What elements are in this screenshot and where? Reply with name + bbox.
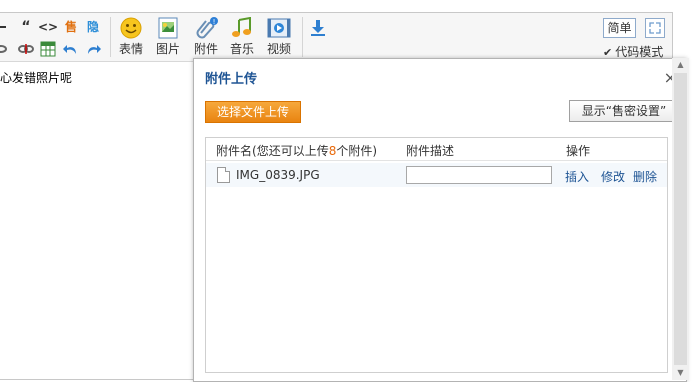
emoticon-button[interactable]: 表情: [115, 17, 147, 57]
link-icon[interactable]: [0, 41, 12, 57]
scrollbar-thumb[interactable]: [674, 73, 687, 365]
edit-link[interactable]: 修改: [601, 168, 625, 185]
dialog-title: 附件上传: [205, 72, 258, 87]
sell-icon[interactable]: 售: [63, 19, 79, 35]
attachment-label: 附件: [193, 42, 218, 56]
fullscreen-icon: [649, 22, 661, 34]
svg-text:!: !: [213, 18, 216, 26]
music-button[interactable]: 音乐: [226, 16, 258, 57]
hide-icon[interactable]: 隐: [85, 19, 101, 35]
table-icon[interactable]: [40, 41, 56, 57]
col-description: 附件描述: [406, 144, 455, 158]
video-button[interactable]: 视频: [263, 17, 295, 57]
smiley-icon: [119, 17, 143, 39]
redo-icon[interactable]: [85, 41, 101, 57]
editor-content[interactable]: 心发错照片呢: [0, 69, 72, 86]
image-label: 图片: [155, 42, 180, 56]
insert-link[interactable]: 插入: [565, 168, 589, 185]
col-action: 操作: [566, 144, 591, 158]
hint-prefix: (您还可以上传: [252, 144, 329, 158]
video-label: 视频: [266, 42, 291, 56]
code-mode-label: 代码模式: [615, 45, 664, 59]
quote-icon[interactable]: “: [18, 19, 34, 35]
attachment-description-input[interactable]: [406, 166, 552, 184]
paperclip-icon: !: [194, 17, 218, 39]
table-row: IMG_0839.JPG 插入 修改 删除: [206, 163, 667, 187]
attachment-upload-dialog: 附件上传 × 选择文件上传 显示“售密设置” 附件名(您还可以上传8个附件) 附…: [193, 58, 687, 382]
code-icon[interactable]: <>: [38, 19, 58, 35]
delete-link[interactable]: 删除: [633, 168, 657, 185]
show-sell-settings-button[interactable]: 显示“售密设置”: [569, 100, 679, 122]
select-file-upload-button[interactable]: 选择文件上传: [205, 101, 301, 123]
col-filename-label: 附件名: [216, 144, 253, 158]
file-icon: [217, 167, 230, 183]
table-header: 附件名(您还可以上传8个附件) 附件描述 操作: [206, 138, 667, 161]
scroll-down-arrow-icon[interactable]: ▼: [672, 366, 689, 380]
col-filename: 附件名(您还可以上传8个附件): [216, 142, 377, 159]
image-button[interactable]: 图片: [152, 17, 184, 57]
attachment-button[interactable]: ! 附件: [190, 17, 222, 57]
attachment-table: 附件名(您还可以上传8个附件) 附件描述 操作 IMG_0839.JPG 插入 …: [205, 137, 668, 373]
emoticon-label: 表情: [118, 42, 143, 56]
simple-mode-button[interactable]: 简单: [603, 18, 636, 38]
music-note-icon: [230, 16, 254, 39]
attachment-filename: IMG_0839.JPG: [236, 168, 320, 182]
image-icon: [156, 17, 180, 39]
toolbar-separator: [110, 17, 111, 57]
editor-toolbar: “ <> 售 隐 表情 图片 ! 附件 音乐 视频 简单 ✔ 代码模式: [0, 13, 672, 62]
scroll-up-arrow-icon[interactable]: ▲: [672, 58, 689, 72]
hint-suffix: 个附件): [336, 144, 378, 158]
undo-icon[interactable]: [63, 41, 79, 57]
download-icon[interactable]: [310, 19, 326, 36]
video-icon: [267, 17, 291, 39]
music-label: 音乐: [229, 42, 254, 56]
toolbar-separator: [302, 17, 303, 57]
hr-icon[interactable]: [0, 19, 12, 35]
upload-hint: (您还可以上传8个附件): [252, 144, 377, 158]
unlink-icon[interactable]: [18, 41, 34, 57]
fullscreen-button[interactable]: [645, 18, 665, 38]
vertical-scrollbar[interactable]: ▲ ▼: [672, 58, 689, 380]
